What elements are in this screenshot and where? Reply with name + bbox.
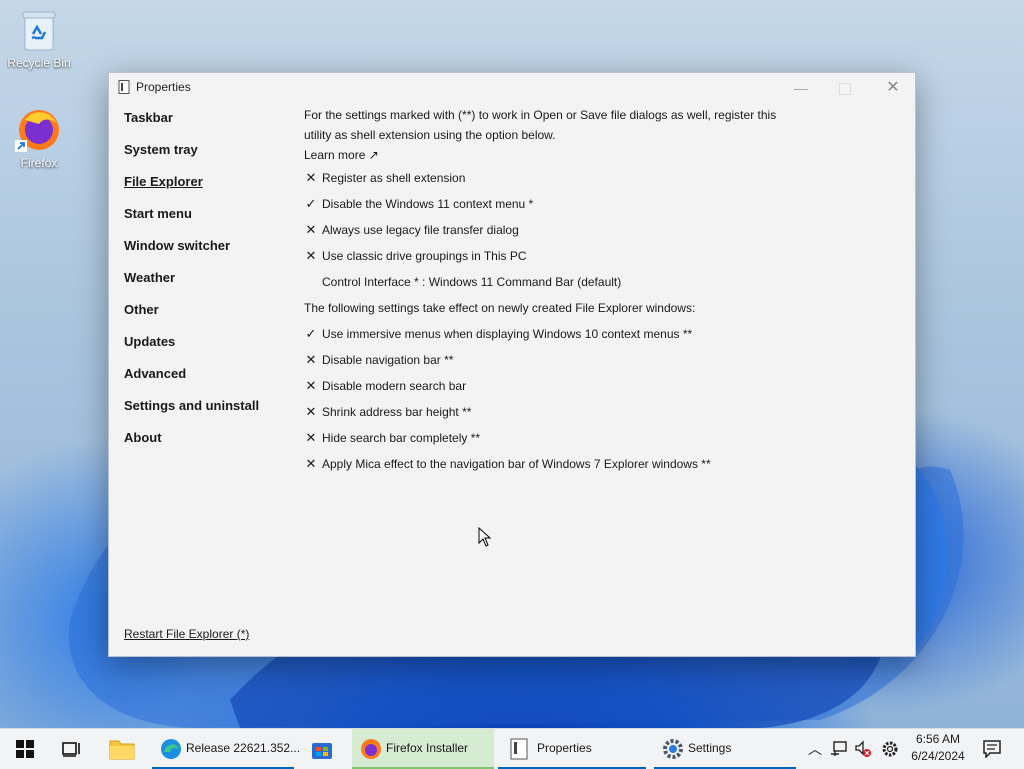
option-label: Shrink address bar height ** — [322, 405, 472, 419]
store-taskbar-button[interactable] — [304, 729, 340, 769]
option-label: Use immersive menus when displaying Wind… — [322, 327, 693, 341]
unchecked-x-icon: ✕ — [305, 222, 317, 237]
nav-item-about[interactable]: About — [124, 431, 259, 463]
option-label: Disable navigation bar ** — [322, 353, 454, 367]
option-disable-win11-context-menu[interactable]: ✓ Disable the Windows 11 context menu * — [304, 191, 784, 217]
file-explorer-settings: For the settings marked with (**) to wor… — [304, 105, 784, 477]
option-label: Register as shell extension — [322, 171, 466, 185]
option-shrink-address-bar[interactable]: ✕ Shrink address bar height ** — [304, 399, 784, 425]
option-mica-effect[interactable]: ✕ Apply Mica effect to the navigation ba… — [304, 451, 784, 477]
gear-icon — [882, 741, 898, 757]
file-explorer-taskbar-button[interactable] — [104, 729, 140, 769]
recycle-bin-label: Recycle Bin — [7, 56, 71, 70]
nav-item-other[interactable]: Other — [124, 303, 259, 335]
firefox-icon — [361, 739, 381, 759]
close-button[interactable]: ✕ — [871, 73, 915, 103]
clock-time: 6:56 AM — [915, 732, 961, 746]
windows-logo-icon — [16, 740, 34, 758]
nav-item-window-switcher[interactable]: Window switcher — [124, 239, 259, 271]
option-hide-search-bar[interactable]: ✕ Hide search bar completely ** — [304, 425, 784, 451]
option-label: Always use legacy file transfer dialog — [322, 223, 519, 237]
task-view-icon — [62, 742, 80, 757]
unchecked-x-icon: ✕ — [305, 378, 317, 393]
recycle-bin-shortcut[interactable]: Recycle Bin — [1, 8, 77, 70]
nav-item-settings-and-uninstall[interactable]: Settings and uninstall — [124, 399, 259, 431]
clock[interactable]: 6:56 AM 6/24/2024 — [898, 729, 982, 769]
network-tray-button[interactable] — [828, 729, 850, 769]
option-label: Apply Mica effect to the navigation bar … — [322, 457, 711, 471]
option-label: Disable modern search bar — [322, 379, 467, 393]
nav-item-start-menu[interactable]: Start menu — [124, 207, 259, 239]
unchecked-x-icon: ✕ — [305, 352, 317, 367]
firefox-label: Firefox — [20, 156, 58, 170]
taskbar-app-label: Release 22621.352... — [186, 741, 301, 755]
volume-muted-icon — [855, 740, 871, 757]
network-icon — [831, 741, 847, 756]
option-label: Hide search bar completely ** — [322, 431, 481, 445]
checked-check-icon: ✓ — [305, 326, 317, 341]
restart-file-explorer-link[interactable]: Restart File Explorer (*) — [124, 627, 249, 641]
taskbar-app-properties[interactable]: Properties — [498, 729, 646, 769]
nav-item-weather[interactable]: Weather — [124, 271, 259, 303]
taskbar-app-label: Settings — [688, 741, 732, 755]
edge-icon — [161, 739, 181, 759]
taskbar-app-firefox-installer[interactable]: Firefox Installer — [352, 729, 494, 769]
taskbar-app-label: Properties — [537, 741, 592, 755]
show-hidden-icons-button[interactable]: ︿ — [804, 729, 824, 769]
window-title: Properties — [136, 80, 191, 94]
folder-icon — [109, 740, 135, 760]
nav-item-file-explorer[interactable]: File Explorer — [124, 175, 259, 207]
checked-check-icon: ✓ — [305, 196, 317, 211]
start-button[interactable] — [8, 729, 42, 769]
unchecked-x-icon: ✕ — [305, 430, 317, 445]
taskbar: Release 22621.352... Firefox Installer P… — [0, 728, 1024, 769]
minimize-icon: — — [794, 80, 808, 96]
properties-app-icon — [118, 80, 130, 94]
taskbar-app-label: Firefox Installer — [386, 741, 469, 755]
intro-text: For the settings marked with (**) to wor… — [304, 108, 777, 142]
store-icon — [312, 743, 332, 759]
volume-tray-button[interactable] — [852, 729, 874, 769]
learn-more-link[interactable]: Learn more ↗ — [304, 145, 784, 165]
taskbar-app-edge[interactable]: Release 22621.352... — [152, 729, 300, 769]
section-heading: The following settings take effect on ne… — [304, 301, 696, 315]
settings-nav: Taskbar System tray File Explorer Start … — [124, 111, 259, 463]
option-immersive-menus[interactable]: ✓ Use immersive menus when displaying Wi… — [304, 321, 784, 347]
nav-item-taskbar[interactable]: Taskbar — [124, 111, 259, 143]
taskbar-app-settings[interactable]: Settings — [654, 729, 796, 769]
nav-item-system-tray[interactable]: System tray — [124, 143, 259, 175]
minimize-button[interactable]: — — [779, 73, 823, 103]
properties-icon — [510, 738, 528, 760]
nav-item-updates[interactable]: Updates — [124, 335, 259, 367]
recycle-bin-icon — [22, 11, 56, 51]
unchecked-x-icon: ✕ — [305, 456, 317, 471]
notification-center-button[interactable] — [980, 729, 1006, 769]
firefox-shortcut[interactable]: Firefox — [1, 104, 77, 170]
nav-item-advanced[interactable]: Advanced — [124, 367, 259, 399]
maximize-button[interactable] — [823, 73, 867, 103]
window-titlebar[interactable]: Properties — ✕ — [109, 73, 915, 103]
maximize-icon — [839, 83, 851, 96]
unchecked-x-icon: ✕ — [305, 404, 317, 419]
firefox-icon — [15, 110, 59, 152]
option-label: Use classic drive groupings in This PC — [322, 249, 527, 263]
chevron-up-icon: ︿ — [808, 741, 822, 757]
close-icon: ✕ — [886, 79, 900, 96]
unchecked-x-icon: ✕ — [305, 248, 317, 263]
option-legacy-file-transfer-dialog[interactable]: ✕ Always use legacy file transfer dialog — [304, 217, 784, 243]
properties-window: Properties — ✕ Taskbar System tray File … — [108, 72, 916, 657]
clock-date: 6/24/2024 — [911, 749, 965, 763]
option-label: Disable the Windows 11 context menu * — [322, 197, 534, 211]
settings-gear-icon — [663, 739, 683, 759]
unchecked-x-icon: ✕ — [305, 170, 317, 185]
option-disable-modern-search-bar[interactable]: ✕ Disable modern search bar — [304, 373, 784, 399]
task-view-button[interactable] — [54, 729, 88, 769]
control-interface-option[interactable]: Control Interface * : Windows 11 Command… — [304, 269, 784, 295]
option-classic-drive-groupings[interactable]: ✕ Use classic drive groupings in This PC — [304, 243, 784, 269]
mouse-pointer-icon — [478, 527, 492, 547]
option-disable-navigation-bar[interactable]: ✕ Disable navigation bar ** — [304, 347, 784, 373]
option-register-shell-extension[interactable]: ✕ Register as shell extension — [304, 165, 784, 191]
notification-icon — [983, 740, 1001, 758]
